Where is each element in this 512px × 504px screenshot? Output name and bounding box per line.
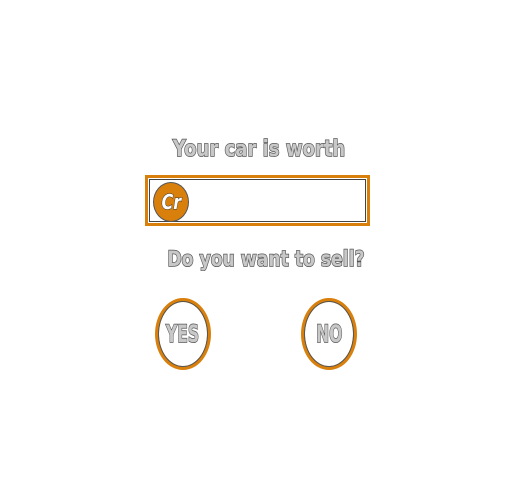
car-value-display: Cr bbox=[145, 175, 370, 226]
yes-button[interactable]: YES bbox=[155, 298, 211, 370]
no-button[interactable]: NO bbox=[301, 298, 357, 370]
no-button-label: NO bbox=[315, 319, 343, 349]
credit-coin-icon: Cr bbox=[153, 182, 189, 222]
currency-symbol: Cr bbox=[161, 190, 181, 215]
sell-question: Do you want to sell? bbox=[167, 246, 365, 272]
title-your-car-is-worth: Your car is worth bbox=[172, 136, 346, 163]
yes-button-label: YES bbox=[166, 319, 200, 349]
